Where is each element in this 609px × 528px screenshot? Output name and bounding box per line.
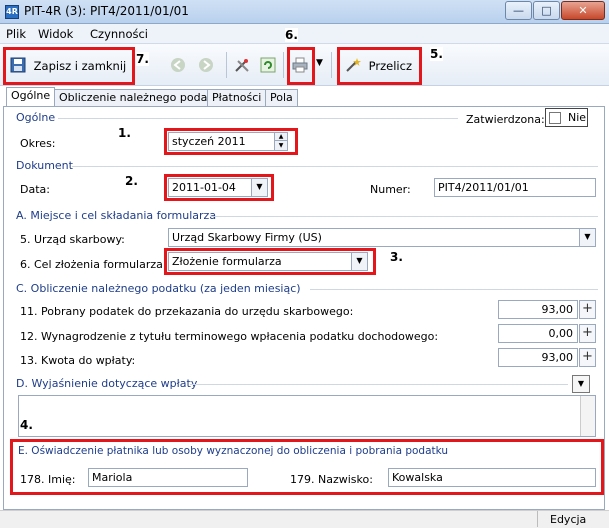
maximize-button[interactable]: □ [533, 1, 560, 20]
section-dokument-title: Dokument [16, 159, 73, 172]
status-separator [537, 511, 538, 527]
nazwisko-label: 179. Nazwisko: [290, 473, 373, 486]
marker-2: 2. [125, 174, 138, 188]
spin-down-icon[interactable]: ▼ [274, 141, 287, 150]
urzad-value: Urząd Skarbowy Firmy (US) [172, 231, 322, 244]
section-d-title: D. Wyjaśnienie dotyczące wpłaty [16, 377, 198, 390]
urzad-label: 5. Urząd skarbowy: [20, 233, 125, 246]
toolbar-separator [283, 52, 284, 78]
spin-up-icon[interactable]: ▲ [274, 133, 287, 141]
menu-widok[interactable]: Widok [38, 27, 73, 41]
row-13-label: 13. Kwota do wpłaty: [20, 354, 136, 367]
save-button-label: Zapisz i zamknij [33, 59, 127, 73]
section-ogolne-title: Ogólne [16, 111, 56, 124]
wyjasnienie-textarea[interactable] [18, 395, 596, 437]
textarea-scrollbar[interactable] [580, 396, 595, 436]
section-divider [72, 166, 598, 167]
okres-value: styczeń 2011 [172, 135, 246, 148]
tools-icon[interactable] [234, 57, 250, 76]
section-divider [58, 118, 458, 119]
save-button[interactable]: Zapisz i zamknij [10, 57, 126, 76]
recalc-button[interactable]: Przelicz [345, 57, 412, 76]
calendar-dropdown-icon[interactable]: ▼ [251, 179, 267, 196]
printer-icon[interactable] [292, 57, 308, 76]
row-13-plus-icon[interactable]: + [579, 348, 596, 367]
section-a-title: A. Miejsce i cel składania formularza [16, 209, 217, 222]
toolbar-separator [226, 52, 227, 78]
cel-select[interactable]: Złożenie formularza ▼ [168, 252, 368, 271]
row-12-value[interactable]: 0,00 [498, 324, 578, 343]
row-12-plus-icon[interactable]: + [579, 324, 596, 343]
urzad-select[interactable]: Urząd Skarbowy Firmy (US) ▼ [168, 228, 596, 247]
imie-field[interactable]: Mariola [88, 468, 248, 487]
tab-ogolne[interactable]: Ogólne [6, 87, 56, 107]
chevron-down-icon[interactable]: ▼ [579, 229, 595, 246]
section-e-title: E. Oświadczenie płatnika lub osoby wyzna… [18, 445, 449, 457]
tab-platnosci[interactable]: Płatności [207, 89, 267, 106]
zatwierdzona-toggle[interactable]: Nie [545, 108, 588, 127]
section-divider [310, 289, 598, 290]
cel-label: 6. Cel złożenia formularza: [20, 258, 167, 271]
marker-1: 1. [118, 126, 131, 140]
tab-pola[interactable]: Pola [265, 89, 298, 106]
data-value: 2011-01-04 [172, 181, 236, 194]
marker-6: 6. [285, 28, 298, 42]
menu-czynnosci[interactable]: Czynności [90, 27, 148, 41]
zatwierdzona-checkbox[interactable] [549, 112, 561, 124]
recalc-button-label: Przelicz [368, 59, 412, 73]
chevron-down-icon[interactable]: ▼ [351, 253, 367, 270]
marker-5: 5. [430, 47, 443, 61]
status-mode: Edycja [550, 513, 587, 526]
toolbar-separator [331, 52, 332, 78]
back-icon[interactable] [170, 57, 186, 76]
row-13-value[interactable]: 93,00 [498, 348, 578, 367]
cel-value: Złożenie formularza [172, 255, 282, 268]
row-11-label: 11. Pobrany podatek do przekazania do ur… [20, 305, 354, 318]
marker-4: 4. [20, 418, 33, 432]
section-divider [190, 384, 568, 385]
row-12-label: 12. Wynagrodzenie z tytułu terminowego w… [20, 330, 439, 343]
collapse-chevron-icon[interactable]: ▼ [572, 375, 590, 393]
nazwisko-field[interactable]: Kowalska [388, 468, 596, 487]
minimize-button[interactable]: — [505, 1, 532, 20]
magic-wand-icon [345, 57, 361, 76]
row-11-value[interactable]: 93,00 [498, 300, 578, 319]
menu-plik[interactable]: Plik [6, 27, 26, 41]
numer-label: Numer: [370, 183, 411, 196]
floppy-disk-icon [10, 57, 26, 76]
window-title: PIT-4R (3): PIT4/2011/01/01 [24, 4, 189, 18]
numer-field[interactable]: PIT4/2011/01/01 [434, 178, 596, 197]
app-icon: 4R [5, 5, 19, 19]
marker-3: 3. [390, 250, 403, 264]
data-field[interactable]: 2011-01-04 ▼ [168, 178, 268, 197]
marker-7: 7. [136, 52, 149, 66]
okres-label: Okres: [20, 137, 56, 150]
section-divider [210, 216, 598, 217]
status-bar [0, 510, 609, 528]
refresh-icon[interactable] [260, 57, 276, 76]
zatwierdzona-label: Zatwierdzona: [466, 113, 545, 126]
tab-obliczenie[interactable]: Obliczenie należnego podatku [54, 89, 230, 106]
forward-icon[interactable] [198, 57, 214, 76]
okres-field[interactable]: styczeń 2011 ▲ ▼ [168, 132, 288, 151]
close-button[interactable]: ✕ [561, 1, 605, 20]
zatwierdzona-value: Nie [568, 111, 587, 124]
row-11-plus-icon[interactable]: + [579, 300, 596, 319]
print-dropdown-arrow-icon[interactable]: ▼ [316, 58, 323, 68]
imie-label: 178. Imię: [20, 473, 76, 486]
data-label: Data: [20, 183, 50, 196]
section-c-title: C. Obliczenie należnego podatku (za jede… [16, 282, 301, 295]
